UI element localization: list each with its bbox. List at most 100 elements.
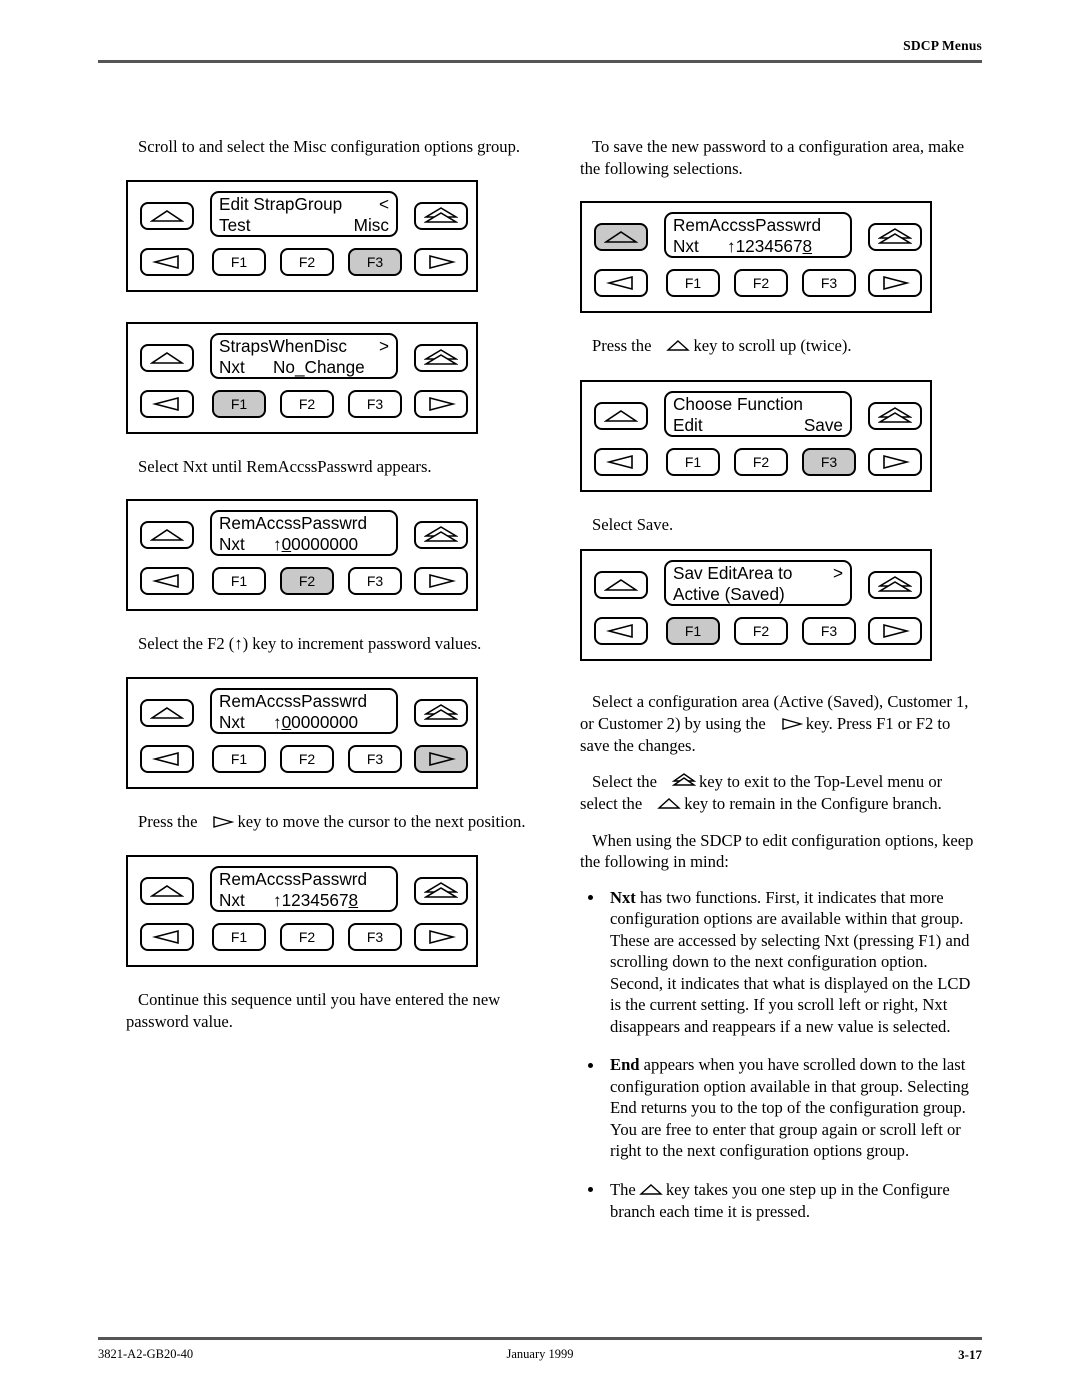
f2-key-label: F2 [752, 623, 770, 639]
sdcp-panel-sav-editarea[interactable]: Sav EditArea to > Active (Saved) F1 F2 F… [580, 549, 932, 661]
right-arrow-key[interactable] [868, 617, 922, 645]
right-arrow-key[interactable] [868, 269, 922, 297]
top-level-key[interactable] [414, 698, 468, 727]
f3-key[interactable]: F3 [802, 617, 856, 645]
up-arrow-key[interactable] [594, 401, 648, 430]
f3-key[interactable]: F3 [802, 269, 856, 297]
left-arrow-key[interactable] [140, 567, 194, 595]
right-paragraph-3: Select Save. [592, 514, 674, 534]
f3-key-label: F3 [820, 623, 838, 639]
f1-key[interactable]: F1 [212, 247, 266, 276]
list-item: End appears when you have scrolled down … [580, 1054, 980, 1162]
f3-key[interactable]: F3 [802, 447, 856, 476]
up-arrow-key[interactable] [140, 698, 194, 727]
lcd-line-1: RemAccssPasswrd [219, 691, 389, 712]
right-arrow-key[interactable] [868, 447, 922, 476]
left-para4-before: Press the [138, 811, 198, 831]
f2-key[interactable]: F2 [734, 269, 788, 297]
password-pre: 1234567 [735, 236, 803, 256]
footer-date: January 1999 [506, 1347, 574, 1361]
f3-key[interactable]: F3 [348, 389, 402, 418]
f2-key[interactable]: F2 [280, 247, 334, 276]
f2-key[interactable]: F2 [280, 923, 334, 951]
left-arrow-key[interactable] [594, 447, 648, 476]
f1-key[interactable]: F1 [666, 269, 720, 297]
up-arrow-key[interactable] [594, 223, 648, 251]
sdcp-panel-password-cursor-move[interactable]: RemAccssPasswrd Nxt ↑00000000 F1 F2 F3 [126, 676, 478, 789]
up-arrow-glyph: ↑ [273, 890, 282, 910]
f1-key-label: F1 [230, 395, 248, 412]
right-arrow-icon [416, 747, 466, 771]
f3-key[interactable]: F3 [348, 567, 402, 595]
lcd-line-1: RemAccssPasswrd [219, 869, 389, 890]
sdcp-panel-password-complete[interactable]: RemAccssPasswrd Nxt ↑12345678 F1 F2 F3 [126, 855, 478, 967]
f2-key[interactable]: F2 [280, 744, 334, 773]
right-para5-c: key to remain in the Configure branch. [684, 794, 942, 813]
f1-key[interactable]: F1 [212, 744, 266, 773]
right-arrow-key[interactable] [414, 744, 468, 773]
f2-key[interactable]: F2 [734, 447, 788, 476]
up-arrow-key[interactable] [140, 521, 194, 549]
sdcp-panel-strapswhendisc[interactable]: StrapsWhenDisc > Nxt No_Change F1 F2 F3 [126, 321, 478, 434]
left-arrow-icon [596, 271, 646, 295]
f3-key[interactable]: F3 [348, 744, 402, 773]
left-arrow-key[interactable] [140, 923, 194, 951]
f1-key[interactable]: F1 [212, 923, 266, 951]
top-level-key[interactable] [414, 343, 468, 372]
right-arrow-key[interactable] [414, 567, 468, 595]
lcd-line2-left: Test [219, 214, 251, 235]
right-arrow-key[interactable] [414, 389, 468, 418]
right-arrow-key[interactable] [414, 923, 468, 951]
f1-key[interactable]: F1 [666, 447, 720, 476]
lcd-display: Edit StrapGroup < Test Misc [210, 190, 398, 237]
f2-key-label: F2 [298, 395, 316, 412]
f3-key[interactable]: F3 [348, 247, 402, 276]
up-arrow-key[interactable] [140, 877, 194, 905]
top-level-key[interactable] [414, 521, 468, 549]
top-level-key[interactable] [868, 571, 922, 599]
lcd-line1-left: RemAccssPasswrd [673, 215, 822, 235]
up-arrow-key[interactable] [140, 343, 194, 372]
top-level-key[interactable] [868, 401, 922, 430]
left-arrow-key[interactable] [140, 744, 194, 773]
right-arrow-icon [416, 250, 466, 274]
sdcp-panel-choose-function[interactable]: Choose Function Edit Save F1 F2 F3 [580, 379, 932, 492]
double-up-arrow-icon [870, 225, 920, 249]
lcd-line-2: Edit Save [673, 414, 843, 435]
left-column: Scroll to and select the Misc configurat… [126, 136, 526, 1032]
lcd-display: RemAccssPasswrd Nxt ↑12345678 [664, 212, 852, 258]
password-rest: 0000000 [291, 534, 359, 554]
top-level-key[interactable] [414, 877, 468, 905]
lcd-line1-left: Sav EditArea to [673, 563, 793, 583]
sdcp-panel-password-save[interactable]: RemAccssPasswrd Nxt ↑12345678 F1 F2 F3 [580, 201, 932, 313]
up-arrow-key[interactable] [140, 201, 194, 230]
left-paragraph-3: Select the F2 (↑) key to increment passw… [138, 634, 482, 653]
lcd-password-value: ↑00000000 [273, 712, 358, 732]
f1-key[interactable]: F1 [212, 567, 266, 595]
lcd-line2-right: Save [803, 414, 843, 435]
sdcp-panel-edit-strapgroup[interactable]: Edit StrapGroup < Test Misc F1 F2 F3 [126, 179, 478, 292]
f1-key-label: F1 [684, 453, 702, 470]
sdcp-panel-password-initial[interactable]: RemAccssPasswrd Nxt ↑00000000 F1 F2 F3 [126, 499, 478, 611]
top-level-key[interactable] [414, 201, 468, 230]
lcd-password-value: ↑00000000 [273, 534, 359, 554]
f2-key[interactable]: F2 [734, 617, 788, 645]
f2-key[interactable]: F2 [280, 389, 334, 418]
right-arrow-key[interactable] [414, 247, 468, 276]
lcd-line2-right: Misc [353, 214, 389, 235]
f3-key[interactable]: F3 [348, 923, 402, 951]
left-paragraph-1: Scroll to and select the Misc configurat… [138, 137, 521, 156]
f1-key[interactable]: F1 [666, 617, 720, 645]
top-level-key[interactable] [868, 223, 922, 251]
f2-key[interactable]: F2 [280, 567, 334, 595]
right-para5-a: Select the [592, 771, 657, 791]
up-arrow-icon [596, 573, 646, 597]
double-up-arrow-icon [870, 573, 920, 597]
left-arrow-key[interactable] [594, 617, 648, 645]
left-arrow-key[interactable] [140, 389, 194, 418]
double-up-arrow-icon [416, 346, 466, 370]
left-arrow-key[interactable] [140, 247, 194, 276]
left-arrow-key[interactable] [594, 269, 648, 297]
up-arrow-key[interactable] [594, 571, 648, 599]
f1-key[interactable]: F1 [212, 389, 266, 418]
